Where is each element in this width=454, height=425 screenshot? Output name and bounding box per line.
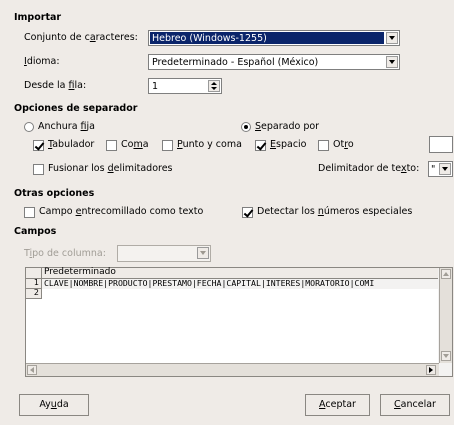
comma-label: Coma xyxy=(121,139,149,150)
accept-button[interactable]: Aceptar xyxy=(305,394,370,416)
spin-arrows-icon[interactable] xyxy=(208,80,220,92)
space-label: Espacio xyxy=(270,139,307,150)
chevron-down-icon xyxy=(197,247,209,259)
special-numbers-checkbox[interactable] xyxy=(242,207,253,218)
charset-select[interactable]: Hebreo (Windows-1255) xyxy=(148,30,400,46)
preview-row-1: CLAVE|NOMBRE|PRODUCTO|PRESTAMO|FECHA|CAP… xyxy=(44,278,375,288)
separated-by-label: Separado por xyxy=(255,121,320,132)
merge-delimiters-label: Fusionar los delimitadores xyxy=(48,163,173,174)
text-delimiter-label: Delimitador de texto: xyxy=(318,163,420,174)
fixed-width-label: Anchura fija xyxy=(38,121,95,132)
column-type-select[interactable] xyxy=(117,245,211,262)
cancel-button[interactable]: Cancelar xyxy=(380,394,450,416)
from-row-label: Desde la fila: xyxy=(24,80,87,91)
charset-label: Conjunto de caracteres: xyxy=(24,32,138,43)
preview-grid[interactable]: Predeterminado 1 CLAVE|NOMBRE|PRODUCTO|P… xyxy=(25,267,453,377)
language-select[interactable]: Predeterminado - Español (México) xyxy=(148,54,400,70)
from-row-spinner[interactable]: 1 xyxy=(148,78,222,94)
tab-label: Tabulador xyxy=(48,139,95,150)
special-numbers-label: Detectar los números especiales xyxy=(257,206,413,217)
other-checkbox[interactable] xyxy=(318,140,329,151)
horizontal-scrollbar[interactable] xyxy=(26,363,439,376)
vertical-scrollbar[interactable] xyxy=(439,268,452,363)
other-label: Otro xyxy=(333,139,354,150)
preview-row-2 xyxy=(42,289,438,299)
semicolon-label: Punto y coma xyxy=(177,139,242,150)
row-number: 2 xyxy=(26,288,42,299)
semicolon-checkbox[interactable] xyxy=(162,140,173,151)
scroll-left-icon[interactable] xyxy=(27,365,37,375)
scroll-right-icon[interactable] xyxy=(426,365,436,375)
scroll-up-icon[interactable] xyxy=(441,269,451,279)
column-type-label: Tipo de columna: xyxy=(24,248,106,259)
quoted-field-checkbox[interactable] xyxy=(24,207,35,218)
chevron-down-icon[interactable] xyxy=(386,56,398,68)
import-heading: Importar xyxy=(14,12,62,23)
preview-empty-area xyxy=(26,299,438,363)
separated-by-radio[interactable] xyxy=(241,122,251,132)
scroll-down-icon[interactable] xyxy=(441,351,451,361)
chevron-down-icon[interactable] xyxy=(439,163,451,175)
other-options-heading: Otras opciones xyxy=(14,188,95,199)
other-separator-input[interactable] xyxy=(429,136,453,153)
comma-checkbox[interactable] xyxy=(106,140,117,151)
chevron-down-icon[interactable] xyxy=(386,32,398,44)
column-header-label: Predeterminado xyxy=(44,267,116,277)
merge-delimiters-checkbox[interactable] xyxy=(33,164,44,175)
quoted-field-label: Campo entrecomillado como texto xyxy=(39,206,204,217)
fixed-width-radio[interactable] xyxy=(24,122,34,132)
fields-heading: Campos xyxy=(14,226,57,237)
text-delimiter-select[interactable]: " xyxy=(428,161,453,177)
language-label: Idioma: xyxy=(24,56,60,67)
separator-heading: Opciones de separador xyxy=(14,103,138,114)
help-button[interactable]: Ayuda xyxy=(19,394,89,416)
tab-checkbox[interactable] xyxy=(33,140,44,151)
space-checkbox[interactable] xyxy=(255,140,266,151)
